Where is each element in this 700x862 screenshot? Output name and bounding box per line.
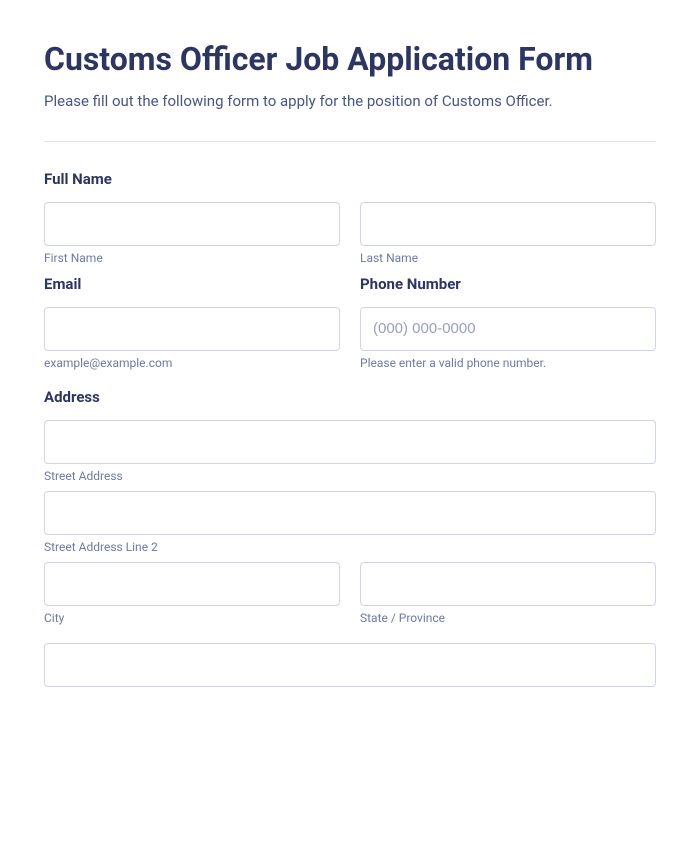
first-name-input[interactable] (44, 202, 340, 246)
postal-col (44, 643, 656, 687)
first-name-col: First Name (44, 202, 340, 265)
city-state-row: City State / Province (44, 562, 656, 625)
phone-input[interactable] (360, 307, 656, 351)
state-col: State / Province (360, 562, 656, 625)
email-label: Email (44, 275, 340, 293)
full-name-label: Full Name (44, 170, 656, 188)
email-col: Email example@example.com (44, 275, 340, 370)
phone-col: Phone Number Please enter a valid phone … (360, 275, 656, 370)
state-hint: State / Province (360, 611, 656, 625)
form-description: Please fill out the following form to ap… (44, 90, 656, 113)
street2-hint: Street Address Line 2 (44, 540, 656, 554)
page-wrapper: Customs Officer Job Application Form Ple… (0, 0, 700, 862)
email-input[interactable] (44, 307, 340, 351)
street-address-input[interactable] (44, 420, 656, 464)
state-input[interactable] (360, 562, 656, 606)
divider (44, 141, 656, 142)
street1-hint: Street Address (44, 469, 656, 483)
phone-label: Phone Number (360, 275, 656, 293)
email-hint: example@example.com (44, 356, 340, 370)
street2-col: Street Address Line 2 (44, 491, 656, 554)
address-section: Address Street Address Street Address Li… (44, 388, 656, 687)
last-name-hint: Last Name (360, 251, 656, 265)
full-name-section: Full Name First Name Last Name (44, 170, 656, 265)
first-name-hint: First Name (44, 251, 340, 265)
postal-input[interactable] (44, 643, 656, 687)
last-name-input[interactable] (360, 202, 656, 246)
email-phone-row: Email example@example.com Phone Number P… (44, 275, 656, 370)
city-col: City (44, 562, 340, 625)
phone-hint: Please enter a valid phone number. (360, 356, 656, 370)
address-label: Address (44, 388, 656, 406)
application-form: Full Name First Name Last Name Email exa… (44, 170, 656, 687)
city-input[interactable] (44, 562, 340, 606)
page-title: Customs Officer Job Application Form (44, 40, 656, 78)
street1-col: Street Address (44, 420, 656, 483)
street-address2-input[interactable] (44, 491, 656, 535)
last-name-col: Last Name (360, 202, 656, 265)
city-hint: City (44, 611, 340, 625)
full-name-row: First Name Last Name (44, 202, 656, 265)
